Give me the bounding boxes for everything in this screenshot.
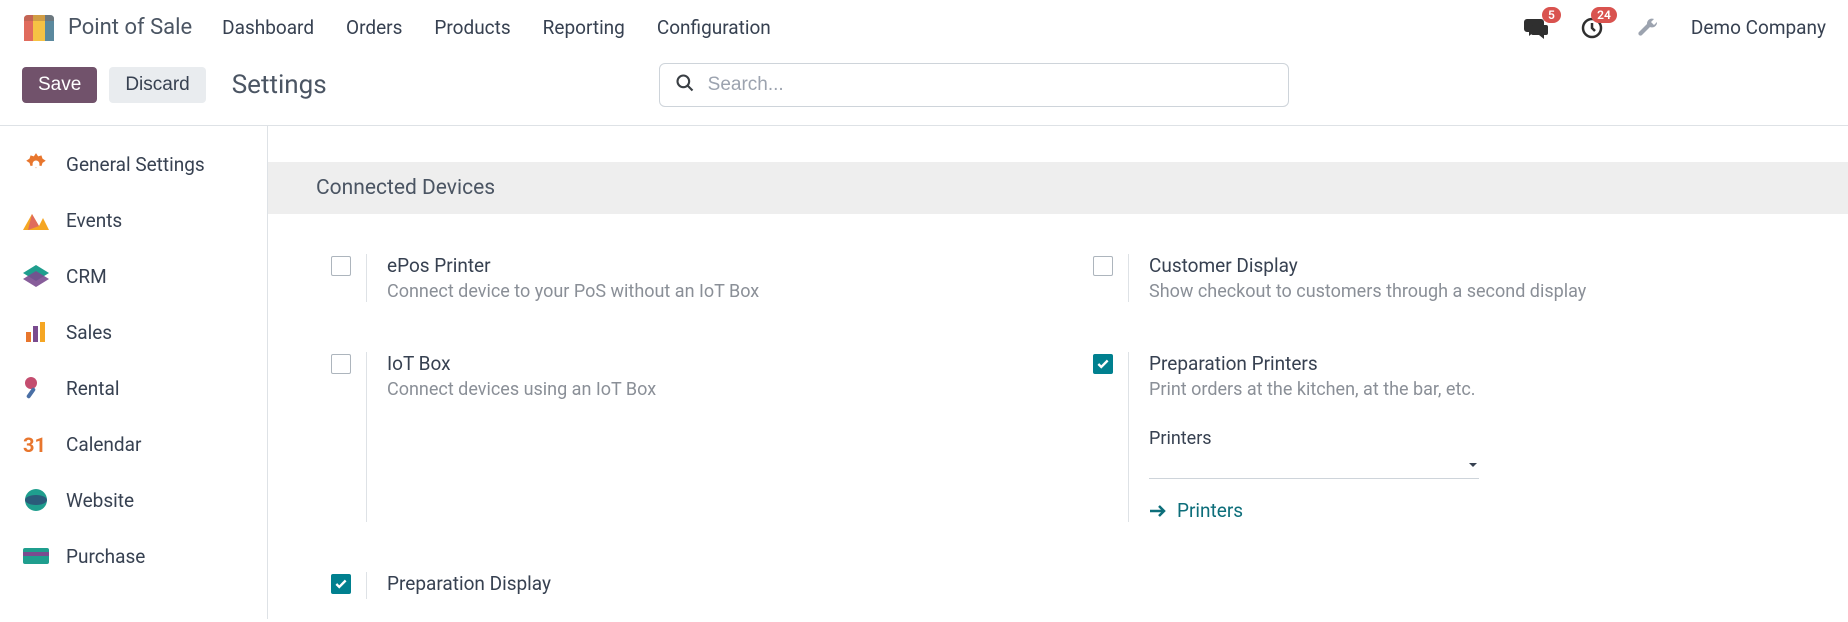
sidebar-item-purchase[interactable]: Purchase xyxy=(0,528,267,584)
checkbox-epos-printer[interactable] xyxy=(331,256,351,276)
printers-link[interactable]: Printers xyxy=(1149,499,1800,522)
setting-title: ePos Printer xyxy=(387,254,1038,277)
setting-title: Preparation Display xyxy=(387,572,1038,595)
messages-badge: 5 xyxy=(1542,7,1561,23)
activities-icon[interactable]: 24 xyxy=(1579,15,1605,41)
search-icon xyxy=(675,73,695,97)
activities-badge: 24 xyxy=(1591,7,1617,23)
setting-desc: Print orders at the kitchen, at the bar,… xyxy=(1149,379,1800,400)
printers-select[interactable] xyxy=(1149,451,1479,479)
top-nav: Dashboard Orders Products Reporting Conf… xyxy=(222,16,771,39)
purchase-icon xyxy=(22,542,50,570)
app-title: Point of Sale xyxy=(68,15,192,40)
sidebar-label: Sales xyxy=(66,321,112,344)
sidebar-label: General Settings xyxy=(66,153,205,176)
sidebar-item-general[interactable]: General Settings xyxy=(0,136,267,192)
arrow-right-icon xyxy=(1149,504,1167,518)
sidebar-label: Events xyxy=(66,209,122,232)
sidebar-item-website[interactable]: Website xyxy=(0,472,267,528)
calendar-icon: 31 xyxy=(22,430,50,458)
setting-desc: Connect devices using an IoT Box xyxy=(387,379,1038,400)
discard-button[interactable]: Discard xyxy=(109,67,205,103)
checkbox-preparation-display[interactable] xyxy=(331,574,351,594)
company-name[interactable]: Demo Company xyxy=(1691,16,1826,39)
setting-customer-display: Customer Display Show checkout to custom… xyxy=(1078,254,1800,302)
setting-preparation-display: Preparation Display xyxy=(316,572,1038,599)
setting-iot-box: IoT Box Connect devices using an IoT Box xyxy=(316,352,1038,522)
action-bar: Save Discard Settings xyxy=(0,55,1848,125)
sidebar: General Settings Events CRM Sales Rental xyxy=(0,126,268,619)
pos-logo-icon xyxy=(22,14,56,42)
printers-field-label: Printers xyxy=(1149,428,1800,449)
setting-title: Preparation Printers xyxy=(1149,352,1800,375)
svg-text:31: 31 xyxy=(23,433,46,456)
settings-grid: ePos Printer Connect device to your PoS … xyxy=(268,214,1848,619)
nav-configuration[interactable]: Configuration xyxy=(657,16,771,39)
checkbox-customer-display[interactable] xyxy=(1093,256,1113,276)
main: General Settings Events CRM Sales Rental xyxy=(0,125,1848,619)
gear-icon xyxy=(22,150,50,178)
printers-link-label: Printers xyxy=(1177,499,1243,522)
checkbox-iot-box[interactable] xyxy=(331,354,351,374)
sidebar-item-rental[interactable]: Rental xyxy=(0,360,267,416)
setting-epos-printer: ePos Printer Connect device to your PoS … xyxy=(316,254,1038,302)
section-connected-devices: Connected Devices xyxy=(268,162,1848,214)
website-icon xyxy=(22,486,50,514)
page-title: Settings xyxy=(232,70,327,100)
nav-reporting[interactable]: Reporting xyxy=(543,16,625,39)
checkbox-preparation-printers[interactable] xyxy=(1093,354,1113,374)
nav-products[interactable]: Products xyxy=(434,16,510,39)
sidebar-item-sales[interactable]: Sales xyxy=(0,304,267,360)
sidebar-item-crm[interactable]: CRM xyxy=(0,248,267,304)
events-icon xyxy=(22,206,50,234)
search-wrap xyxy=(659,63,1289,107)
messages-icon[interactable]: 5 xyxy=(1523,15,1549,41)
sales-icon xyxy=(22,318,50,346)
topbar-right: 5 24 Demo Company xyxy=(1523,15,1826,41)
sidebar-label: Calendar xyxy=(66,433,141,456)
wrench-icon[interactable] xyxy=(1635,15,1661,41)
topbar: Point of Sale Dashboard Orders Products … xyxy=(0,0,1848,55)
content: Connected Devices ePos Printer Connect d… xyxy=(268,126,1848,619)
sidebar-item-events[interactable]: Events xyxy=(0,192,267,248)
sidebar-label: Rental xyxy=(66,377,119,400)
sidebar-label: Purchase xyxy=(66,545,145,568)
setting-title: IoT Box xyxy=(387,352,1038,375)
sidebar-label: Website xyxy=(66,489,134,512)
nav-dashboard[interactable]: Dashboard xyxy=(222,16,314,39)
sidebar-label: CRM xyxy=(66,265,107,288)
setting-preparation-printers: Preparation Printers Print orders at the… xyxy=(1078,352,1800,522)
save-button[interactable]: Save xyxy=(22,67,97,103)
setting-desc: Show checkout to customers through a sec… xyxy=(1149,281,1800,302)
crm-icon xyxy=(22,262,50,290)
nav-orders[interactable]: Orders xyxy=(346,16,402,39)
sidebar-item-calendar[interactable]: 31 Calendar xyxy=(0,416,267,472)
setting-title: Customer Display xyxy=(1149,254,1800,277)
search-input[interactable] xyxy=(659,63,1289,107)
rental-icon xyxy=(22,374,50,402)
setting-desc: Connect device to your PoS without an Io… xyxy=(387,281,1038,302)
caret-down-icon xyxy=(1467,459,1479,471)
